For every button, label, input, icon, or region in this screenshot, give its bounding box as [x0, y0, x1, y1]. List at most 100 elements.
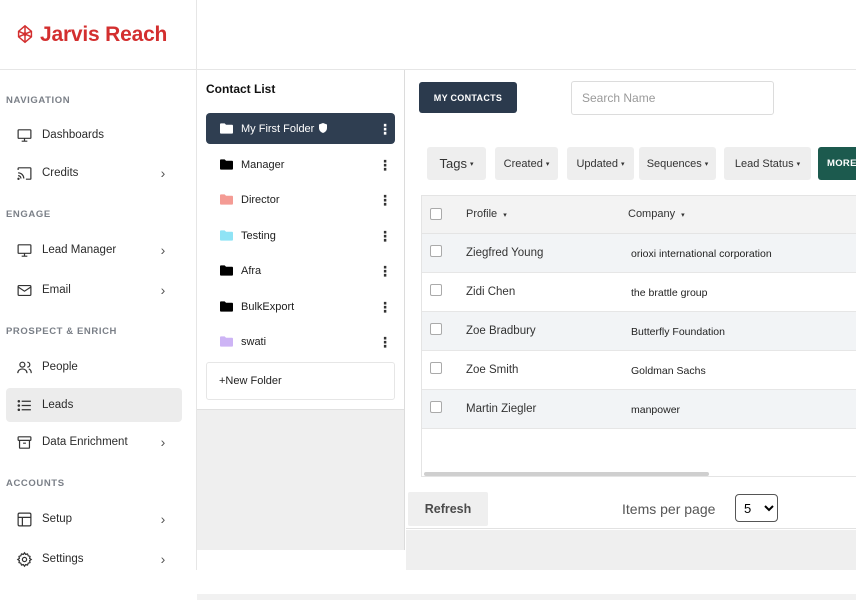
column-label: Company: [628, 208, 676, 220]
section-navigation: NAVIGATION: [6, 95, 71, 106]
divider: [406, 528, 856, 529]
filter-label: Created: [503, 157, 543, 170]
my-contacts-button[interactable]: MY CONTACTS: [419, 82, 517, 113]
caret-down-icon: ▾: [621, 160, 625, 168]
horizontal-scrollbar[interactable]: [424, 472, 709, 476]
layout-icon: [15, 510, 33, 528]
company-name: Goldman Sachs: [631, 365, 706, 377]
folder-icon: [220, 301, 233, 312]
section-engage: ENGAGE: [6, 209, 51, 220]
folder-menu-icon[interactable]: ⋮: [375, 300, 395, 314]
folder-menu-icon[interactable]: ⋮: [375, 193, 395, 207]
lead-status-filter[interactable]: Lead Status ▾: [724, 147, 811, 180]
more-button[interactable]: MORE: [818, 147, 856, 180]
column-profile[interactable]: Profile ▾: [466, 208, 507, 220]
chevron-right-icon: ›: [160, 242, 166, 258]
folder-menu-icon[interactable]: ⋮: [375, 158, 395, 172]
archive-icon: [15, 433, 33, 451]
sidebar-item-dashboards[interactable]: Dashboards: [6, 118, 182, 152]
caret-down-icon: ▾: [681, 212, 685, 219]
cast-icon: [15, 164, 33, 182]
folder-testing[interactable]: Testing ⋮: [206, 220, 395, 251]
folder-manager[interactable]: Manager ⋮: [206, 149, 395, 180]
sidebar-item-leads[interactable]: Leads: [6, 388, 182, 422]
caret-down-icon: ▾: [469, 160, 474, 168]
sequences-filter[interactable]: Sequences ▾: [639, 147, 716, 180]
select-all-checkbox[interactable]: [430, 208, 442, 220]
folder-icon: [220, 159, 233, 170]
filter-label: Tags: [439, 156, 467, 171]
filter-label: Sequences: [646, 157, 702, 170]
sidebar-item-label: Email: [42, 284, 71, 296]
folder-afra[interactable]: Afra ⋮: [206, 255, 395, 286]
row-checkbox[interactable]: [430, 245, 442, 257]
section-prospect-enrich: PROSPECT & ENRICH: [6, 326, 118, 337]
mail-icon: [15, 281, 33, 299]
chevron-right-icon: ›: [160, 434, 166, 450]
row-checkbox[interactable]: [430, 401, 442, 413]
sidebar-item-credits[interactable]: Credits ›: [6, 156, 182, 190]
table-row[interactable]: Martin Ziegler manpower: [422, 390, 856, 429]
profile-name[interactable]: Zoe Bradbury: [466, 325, 536, 337]
folder-name: swati: [241, 335, 267, 348]
sidebar-item-label: Setup: [42, 513, 73, 525]
updated-filter[interactable]: Updated ▾: [567, 147, 634, 180]
table-row[interactable]: Zoe Smith Goldman Sachs: [422, 351, 856, 390]
table-row[interactable]: Zidi Chen the brattle group: [422, 273, 856, 312]
sidebar-item-label: Dashboards: [42, 129, 105, 141]
company-name: orioxi international corporation: [631, 248, 772, 260]
caret-down-icon: ▾: [796, 160, 801, 168]
filter-label: Updated: [576, 157, 619, 170]
logo[interactable]: Jarvis Reach: [0, 0, 196, 70]
profile-name[interactable]: Zidi Chen: [466, 286, 515, 298]
profile-name[interactable]: Ziegfred Young: [466, 247, 543, 259]
folder-swati[interactable]: swati ⋮: [206, 326, 395, 357]
row-checkbox[interactable]: [430, 284, 442, 296]
sidebar-item-people[interactable]: People: [6, 350, 182, 384]
sidebar-item-data-enrichment[interactable]: Data Enrichment ›: [6, 425, 182, 459]
sidebar-item-setup[interactable]: Setup ›: [6, 502, 182, 536]
sidebar-item-settings[interactable]: Settings ›: [6, 542, 182, 576]
tags-filter[interactable]: Tags ▾: [427, 147, 486, 180]
column-company[interactable]: Company ▾: [628, 208, 685, 220]
company-name: the brattle group: [631, 287, 708, 299]
sidebar-item-label: Credits: [42, 167, 79, 179]
monitor-icon: [15, 241, 33, 259]
search-input[interactable]: [571, 81, 774, 115]
table-row[interactable]: Ziegfred Young orioxi international corp…: [422, 234, 856, 273]
row-checkbox[interactable]: [430, 323, 442, 335]
folder-menu-icon[interactable]: ⋮: [375, 229, 395, 243]
items-per-page-select[interactable]: 5: [735, 494, 778, 522]
contact-list-title: Contact List: [206, 82, 276, 96]
caret-down-icon: ▾: [545, 160, 550, 168]
folder-name: Director: [241, 193, 280, 206]
bottom-strip: [197, 594, 856, 600]
folder-bulkexport[interactable]: BulkExport ⋮: [206, 291, 395, 322]
profile-name[interactable]: Zoe Smith: [466, 364, 518, 376]
folder-icon: [220, 194, 233, 205]
refresh-button[interactable]: Refresh: [408, 492, 488, 526]
chevron-right-icon: ›: [160, 282, 166, 298]
contact-list-card: Contact List My First Folder ⋮ Manager ⋮…: [197, 70, 404, 410]
items-per-page-label: Items per page: [622, 501, 716, 517]
folder-director[interactable]: Director ⋮: [206, 184, 395, 215]
sidebar-item-lead-manager[interactable]: Lead Manager ›: [6, 233, 182, 267]
main-content: MY CONTACTS Tags▾ Created▾ Updated▾ Sequ…: [406, 70, 856, 530]
folder-menu-icon[interactable]: ⋮: [375, 122, 395, 136]
table-row[interactable]: Zoe Bradbury Butterfly Foundation: [422, 312, 856, 351]
contacts-table: Profile ▾ Company ▾ Ziegfred Young orioxi …: [421, 195, 856, 477]
users-icon: [15, 358, 33, 376]
sidebar-item-email[interactable]: Email ›: [6, 273, 182, 307]
app-root: Jarvis Reach NAVIGATION Dashboards Credi…: [0, 0, 856, 600]
sidebar-item-label: Lead Manager: [42, 244, 117, 256]
created-filter[interactable]: Created ▾: [495, 147, 558, 180]
folder-menu-icon[interactable]: ⋮: [375, 264, 395, 278]
row-checkbox[interactable]: [430, 362, 442, 374]
caret-down-icon: ▾: [704, 160, 709, 168]
section-accounts: ACCOUNTS: [6, 478, 65, 489]
folder-my-first-folder[interactable]: My First Folder ⋮: [206, 113, 395, 144]
new-folder-button[interactable]: +New Folder: [206, 362, 395, 400]
sidebar: Jarvis Reach NAVIGATION Dashboards Credi…: [0, 0, 197, 570]
profile-name[interactable]: Martin Ziegler: [466, 403, 536, 415]
folder-menu-icon[interactable]: ⋮: [375, 335, 395, 349]
